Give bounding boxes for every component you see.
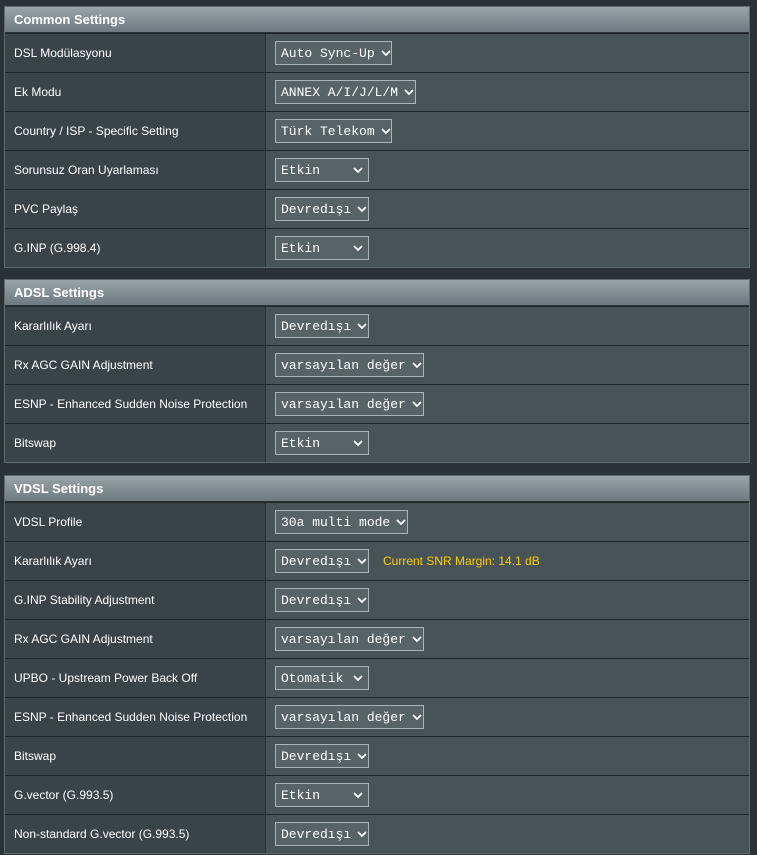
chevron-down-icon — [412, 398, 422, 410]
setting-label: G.vector (G.993.5) — [5, 776, 266, 814]
setting-row: G.INP (G.998.4) Etkin — [5, 228, 749, 267]
chevron-down-icon — [352, 164, 364, 176]
setting-label: G.INP Stability Adjustment — [5, 581, 266, 619]
setting-label: Non-standard G.vector (G.993.5) — [5, 815, 266, 853]
setting-label: PVC Paylaş — [5, 190, 266, 228]
vdsl-profile-select[interactable]: 30a multi mode — [275, 510, 408, 534]
chevron-down-icon — [352, 789, 364, 801]
pvc-share-select[interactable]: Devredışı — [275, 197, 369, 221]
section-title: VDSL Settings — [5, 476, 749, 502]
chevron-down-icon — [357, 828, 367, 840]
setting-label: Bitswap — [5, 424, 266, 462]
chevron-down-icon — [352, 437, 364, 449]
chevron-down-icon — [380, 47, 391, 59]
setting-row: ESNP - Enhanced Sudden Noise Protection … — [5, 384, 749, 423]
setting-row: Bitswap Devredışı — [5, 736, 749, 775]
setting-label: ESNP - Enhanced Sudden Noise Protection — [5, 385, 266, 423]
vdsl-esnp-select[interactable]: varsayılan değer — [275, 705, 424, 729]
chevron-down-icon — [357, 555, 367, 567]
setting-row: Country / ISP - Specific Setting Türk Te… — [5, 111, 749, 150]
chevron-down-icon — [352, 672, 364, 684]
chevron-down-icon — [352, 242, 364, 254]
chevron-down-icon — [380, 125, 391, 137]
adsl-bitswap-select[interactable]: Etkin — [275, 431, 369, 455]
section-common-settings: Common Settings DSL Modülasyonu Auto Syn… — [4, 6, 750, 268]
annex-mode-select[interactable]: ANNEX A/I/J/L/M — [275, 80, 416, 104]
setting-label: Country / ISP - Specific Setting — [5, 112, 266, 150]
chevron-down-icon — [404, 86, 414, 98]
setting-label: Bitswap — [5, 737, 266, 775]
chevron-down-icon — [412, 359, 422, 371]
setting-row: UPBO - Upstream Power Back Off Otomatik — [5, 658, 749, 697]
seamless-rate-select[interactable]: Etkin — [275, 158, 369, 182]
setting-row: Sorunsuz Oran Uyarlaması Etkin — [5, 150, 749, 189]
chevron-down-icon — [396, 516, 406, 528]
adsl-esnp-select[interactable]: varsayılan değer — [275, 392, 424, 416]
setting-label: UPBO - Upstream Power Back Off — [5, 659, 266, 697]
setting-row: PVC Paylaş Devredışı — [5, 189, 749, 228]
vdsl-stability-select[interactable]: Devredışı — [275, 549, 369, 573]
setting-row: G.vector (G.993.5) Etkin — [5, 775, 749, 814]
setting-label: Ek Modu — [5, 73, 266, 111]
setting-label: VDSL Profile — [5, 503, 266, 541]
country-isp-select[interactable]: Türk Telekom — [275, 119, 392, 143]
setting-label: Kararlılık Ayarı — [5, 307, 266, 345]
section-title: ADSL Settings — [5, 280, 749, 306]
setting-row: ESNP - Enhanced Sudden Noise Protection … — [5, 697, 749, 736]
chevron-down-icon — [412, 633, 422, 645]
adsl-rx-agc-select[interactable]: varsayılan değer — [275, 353, 424, 377]
vdsl-nonstandard-gvector-select[interactable]: Devredışı — [275, 822, 369, 846]
section-vdsl-settings: VDSL Settings VDSL Profile 30a multi mod… — [4, 475, 750, 854]
setting-label: ESNP - Enhanced Sudden Noise Protection — [5, 698, 266, 736]
setting-label: Sorunsuz Oran Uyarlaması — [5, 151, 266, 189]
setting-row: Ek Modu ANNEX A/I/J/L/M — [5, 72, 749, 111]
chevron-down-icon — [412, 711, 422, 723]
vdsl-upbo-select[interactable]: Otomatik — [275, 666, 369, 690]
setting-row: Rx AGC GAIN Adjustment varsayılan değer — [5, 619, 749, 658]
chevron-down-icon — [357, 320, 367, 332]
section-title: Common Settings — [5, 7, 749, 33]
vdsl-gvector-select[interactable]: Etkin — [275, 783, 369, 807]
setting-row: Kararlılık Ayarı Devredışı — [5, 306, 749, 345]
setting-label: Rx AGC GAIN Adjustment — [5, 346, 266, 384]
vdsl-bitswap-select[interactable]: Devredışı — [275, 744, 369, 768]
vdsl-ginp-stability-select[interactable]: Devredışı — [275, 588, 369, 612]
ginp-select[interactable]: Etkin — [275, 236, 369, 260]
setting-label: Kararlılık Ayarı — [5, 542, 266, 580]
setting-row: Rx AGC GAIN Adjustment varsayılan değer — [5, 345, 749, 384]
chevron-down-icon — [357, 750, 367, 762]
vdsl-rx-agc-select[interactable]: varsayılan değer — [275, 627, 424, 651]
setting-row: G.INP Stability Adjustment Devredışı — [5, 580, 749, 619]
setting-row: DSL Modülasyonu Auto Sync-Up — [5, 33, 749, 72]
setting-row: VDSL Profile 30a multi mode — [5, 502, 749, 541]
setting-label: G.INP (G.998.4) — [5, 229, 266, 267]
dsl-modulation-select[interactable]: Auto Sync-Up — [275, 41, 392, 65]
adsl-stability-select[interactable]: Devredışı — [275, 314, 369, 338]
setting-label: DSL Modülasyonu — [5, 34, 266, 72]
chevron-down-icon — [357, 203, 367, 215]
section-adsl-settings: ADSL Settings Kararlılık Ayarı Devredışı… — [4, 279, 750, 463]
setting-row: Non-standard G.vector (G.993.5) Devredış… — [5, 814, 749, 853]
setting-row: Kararlılık Ayarı Devredışı Current SNR Ma… — [5, 541, 749, 580]
setting-label: Rx AGC GAIN Adjustment — [5, 620, 266, 658]
setting-row: Bitswap Etkin — [5, 423, 749, 462]
chevron-down-icon — [357, 594, 367, 606]
snr-margin-note: Current SNR Margin: 14.1 dB — [383, 554, 540, 568]
